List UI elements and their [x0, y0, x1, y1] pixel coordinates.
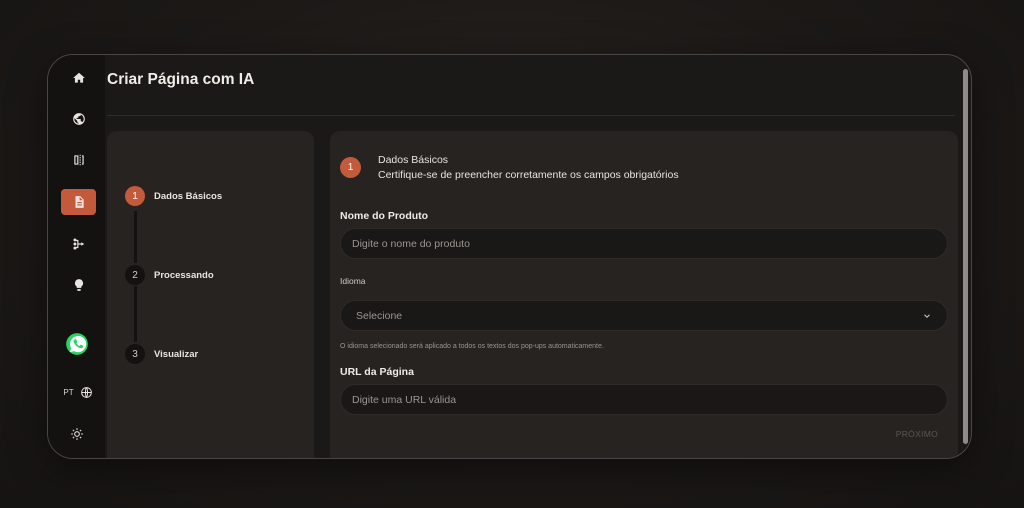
title-divider [107, 115, 955, 116]
sidebar-item-flow[interactable] [61, 231, 96, 257]
globe-icon [72, 113, 85, 125]
sun-icon [71, 428, 83, 440]
product-name-input[interactable] [340, 228, 948, 259]
steps-panel: 1 Dados Básicos 2 Processando 3 Visualiz… [107, 131, 314, 458]
step-2[interactable]: 2 Processando [125, 265, 214, 285]
page-url-label: URL da Página [340, 366, 414, 378]
step-label: Visualizar [154, 348, 199, 360]
app-window: PT Criar Página com IA 1 Dados Básicos 2… [47, 54, 972, 459]
step-number: 2 [125, 265, 145, 285]
language-select-value: Selecione [356, 309, 403, 322]
sidebar-item-split[interactable] [61, 147, 96, 173]
form-title: Dados Básicos [378, 154, 449, 166]
page-title: Criar Página com IA [107, 71, 255, 88]
step-connector [134, 211, 137, 263]
step-number: 1 [125, 186, 145, 206]
form-subtitle: Certifique-se de preencher corretamente … [378, 169, 679, 181]
scrollbar[interactable] [963, 69, 968, 444]
chevron-down-icon [924, 313, 930, 318]
sidebar-item-home[interactable] [61, 65, 96, 91]
sidebar-item-ideas[interactable] [61, 272, 96, 298]
globe-icon [80, 386, 92, 398]
step-number: 3 [125, 344, 145, 364]
form-step-number: 1 [340, 157, 361, 178]
language-switcher[interactable]: PT [60, 383, 96, 401]
language-select[interactable]: Selecione [340, 300, 948, 331]
theme-toggle[interactable] [67, 424, 87, 444]
step-label: Dados Básicos [154, 190, 223, 202]
page-url-input[interactable] [340, 384, 948, 415]
whatsapp-icon[interactable] [64, 331, 90, 357]
lightbulb-icon [74, 279, 83, 291]
sidebar-item-globe[interactable] [61, 106, 96, 132]
home-icon [72, 72, 85, 83]
language-label: Idioma [340, 276, 366, 286]
step-label: Processando [154, 269, 214, 281]
product-name-label: Nome do Produto [340, 210, 429, 222]
form-panel: 1 Dados Básicos Certifique-se de preench… [330, 131, 958, 458]
flow-icon [72, 238, 84, 250]
sidebar: PT [48, 55, 105, 458]
split-view-icon [73, 154, 84, 166]
next-button[interactable]: PRÓXIMO [896, 429, 938, 439]
step-connector [134, 286, 137, 342]
document-icon [75, 196, 84, 208]
language-hint: O idioma selecionado será aplicado a tod… [340, 343, 604, 350]
step-3[interactable]: 3 Visualizar [125, 344, 198, 364]
language-label: PT [63, 387, 74, 397]
sidebar-item-create-page[interactable] [61, 189, 96, 215]
step-1[interactable]: 1 Dados Básicos [125, 186, 222, 206]
